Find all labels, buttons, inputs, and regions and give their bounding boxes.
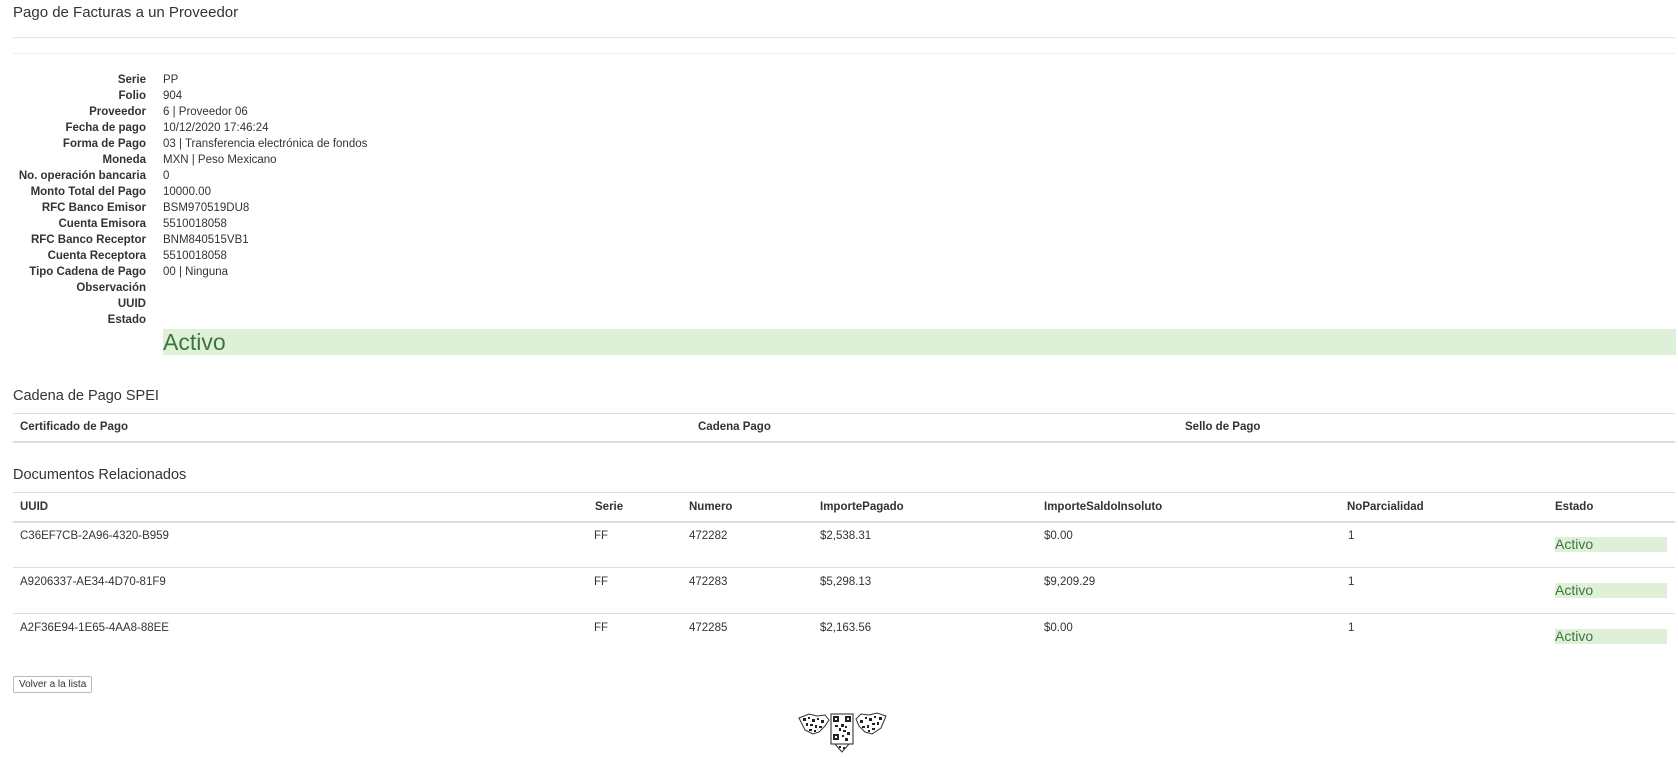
qr-seal-icon <box>798 712 887 753</box>
detail-value: 03 | Transferencia electrónica de fondos <box>163 138 368 150</box>
cell-serie: FF <box>594 530 609 542</box>
cell-uuid: A9206337-AE34-4D70-81F9 <box>20 576 166 588</box>
cell-numero: 472285 <box>689 622 728 634</box>
cell-importe-pagado: $5,298.13 <box>820 576 872 588</box>
cell-saldo-insoluto: $9,209.29 <box>1044 576 1096 588</box>
detail-label: Observación <box>76 282 146 294</box>
cell-uuid: A2F36E94-1E65-4AA8-88EE <box>20 622 169 634</box>
divider <box>13 441 1675 443</box>
detail-row-serie: Serie PP <box>13 72 1675 88</box>
column-header: Certificado de Pago <box>20 421 128 433</box>
detail-value: BNM840515VB1 <box>163 234 249 246</box>
column-header: ImportePagado <box>820 501 904 513</box>
detail-value: BSM970519DU8 <box>163 202 250 214</box>
cell-serie: FF <box>594 576 609 588</box>
divider <box>13 492 1675 493</box>
detail-row-rfc-emisor: RFC Banco Emisor BSM970519DU8 <box>13 200 1675 216</box>
detail-value: PP <box>163 74 179 86</box>
detail-row-operacion: No. operación bancaria 0 <box>13 168 1675 184</box>
status-badge: Activo <box>1555 629 1667 644</box>
cell-numero: 472283 <box>689 576 728 588</box>
detail-label: Folio <box>118 90 146 102</box>
cell-numero: 472282 <box>689 530 728 542</box>
detail-label: No. operación bancaria <box>18 170 146 182</box>
detail-label: Tipo Cadena de Pago <box>29 266 146 278</box>
detail-label: RFC Banco Emisor <box>41 202 146 214</box>
detail-label: Cuenta Receptora <box>47 250 146 262</box>
detail-label: Moneda <box>102 154 146 166</box>
cell-parcialidad: 1 <box>1348 530 1355 542</box>
detail-row-forma-pago: Forma de Pago 03 | Transferencia electrón… <box>13 136 1675 152</box>
detail-label: Forma de Pago <box>62 138 146 150</box>
detail-value: 5510018058 <box>163 218 227 230</box>
detail-row-monto: Monto Total del Pago 10000.00 <box>13 184 1675 200</box>
payment-details: Serie PP Folio 904 Proveedor 6 | Proveedor … <box>13 72 1675 328</box>
detail-row-observacion: Observación <box>13 280 1675 296</box>
detail-row-moneda: Moneda MXN | Peso Mexicano <box>13 152 1675 168</box>
page-title: Pago de Facturas a un Proveedor <box>13 4 239 21</box>
column-header: Numero <box>689 501 733 513</box>
column-header: Estado <box>1555 501 1594 513</box>
detail-label: Proveedor <box>89 106 146 118</box>
divider <box>13 521 1675 523</box>
status-badge: Activo <box>1555 537 1667 552</box>
detail-row-proveedor: Proveedor 6 | Proveedor 06 <box>13 104 1675 120</box>
divider <box>13 413 1675 414</box>
cell-serie: FF <box>594 622 609 634</box>
cell-parcialidad: 1 <box>1348 576 1355 588</box>
detail-row-folio: Folio 904 <box>13 88 1675 104</box>
column-header: Serie <box>595 501 624 513</box>
divider <box>13 567 1675 568</box>
detail-value: 6 | Proveedor 06 <box>163 106 248 118</box>
detail-label: Serie <box>117 74 146 86</box>
detail-value: 0 <box>163 170 170 182</box>
column-header: UUID <box>20 501 49 513</box>
detail-value: MXN | Peso Mexicano <box>163 154 277 166</box>
divider <box>13 613 1675 614</box>
cell-saldo-insoluto: $0.00 <box>1044 530 1073 542</box>
detail-value: 00 | Ninguna <box>163 266 229 278</box>
divider <box>13 53 1675 54</box>
detail-row-estado: Estado <box>13 312 1675 328</box>
cell-parcialidad: 1 <box>1348 622 1355 634</box>
detail-label: Cuenta Emisora <box>58 218 146 230</box>
section-title-documentos: Documentos Relacionados <box>13 467 187 483</box>
detail-label: UUID <box>117 298 146 310</box>
cell-saldo-insoluto: $0.00 <box>1044 622 1073 634</box>
detail-row-rfc-receptor: RFC Banco Receptor BNM840515VB1 <box>13 232 1675 248</box>
detail-value: 904 <box>163 90 183 102</box>
column-header: ImporteSaldoInsoluto <box>1044 501 1163 513</box>
detail-label: Estado <box>107 314 146 326</box>
detail-row-uuid: UUID <box>13 296 1675 312</box>
detail-row-cuenta-receptora: Cuenta Receptora 5510018058 <box>13 248 1675 264</box>
section-title-cadena: Cadena de Pago SPEI <box>13 388 159 404</box>
cell-importe-pagado: $2,538.31 <box>820 530 872 542</box>
column-header: Sello de Pago <box>1185 421 1261 433</box>
column-header: Cadena Pago <box>698 421 771 433</box>
cell-importe-pagado: $2,163.56 <box>820 622 872 634</box>
detail-label: Monto Total del Pago <box>30 186 146 198</box>
divider <box>13 37 1675 38</box>
column-header: NoParcialidad <box>1347 501 1424 513</box>
cell-uuid: C36EF7CB-2A96-4320-B959 <box>20 530 169 542</box>
status-badge: Activo <box>1555 583 1667 598</box>
detail-value: 5510018058 <box>163 250 227 262</box>
detail-row-fecha: Fecha de pago 10/12/2020 17:46:24 <box>13 120 1675 136</box>
detail-label: RFC Banco Receptor <box>30 234 146 246</box>
detail-value: 10/12/2020 17:46:24 <box>163 122 269 134</box>
back-to-list-button[interactable]: Volver a la lista <box>13 676 93 693</box>
detail-value: 10000.00 <box>163 186 211 198</box>
detail-label: Fecha de pago <box>65 122 146 134</box>
detail-row-cuenta-emisora: Cuenta Emisora 5510018058 <box>13 216 1675 232</box>
status-badge: Activo <box>163 329 1676 355</box>
detail-row-tipo-cadena: Tipo Cadena de Pago 00 | Ninguna <box>13 264 1675 280</box>
